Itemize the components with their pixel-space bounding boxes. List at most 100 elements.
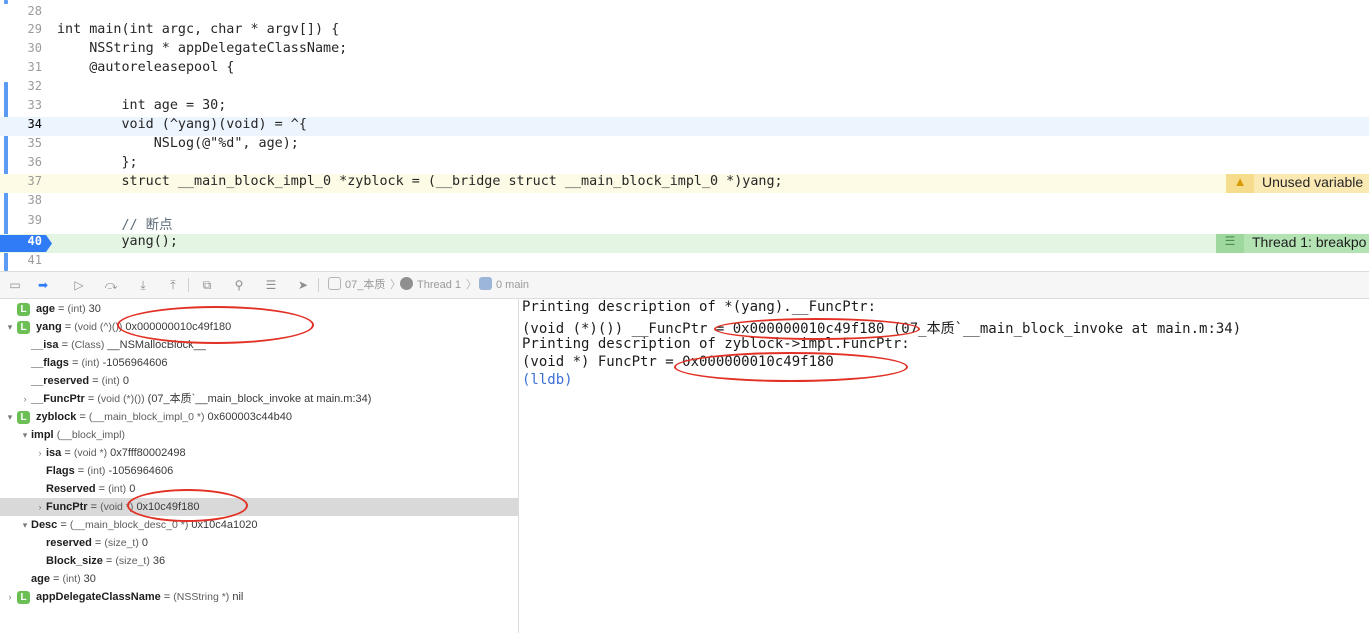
breadcrumb-thread[interactable]: Thread 1 [400,272,461,299]
variable-row[interactable]: __reserved = (int) 0 [0,372,518,390]
line-number: 36 [27,155,42,169]
disclosure-collapsed-icon[interactable]: › [20,390,30,408]
variable-name: Desc [31,519,58,531]
variable-name: appDelegateClassName [36,591,161,603]
console-output[interactable]: Printing description of *(yang).__FuncPt… [519,299,1369,633]
simulate-location-icon[interactable]: ➤ [292,276,314,294]
variable-type: (size_t) [104,537,139,549]
code-line-33[interactable]: 33 int age = 30; [0,98,1369,117]
code-line-29[interactable]: 29 int main(int argc, char * argv[]) { [0,22,1369,41]
code-line-31[interactable]: 31 @autoreleasepool { [0,60,1369,79]
code-line-36[interactable]: 36 }; [0,155,1369,174]
unused-variable-warning[interactable]: ▲ Unused variable [1226,174,1369,193]
variable-row[interactable]: __isa = (Class) __NSMallocBlock__ [0,336,518,354]
variable-name: __isa [31,339,59,351]
variable-row[interactable]: ▾ impl (__block_impl) [0,426,518,444]
user-frame-icon [479,277,492,290]
thread-issue-text: Thread 1: breakpo [1252,234,1367,250]
code-line-40[interactable]: yang(); [0,234,1369,253]
code-line-35[interactable]: 35 NSLog(@"%d", age); [0,136,1369,155]
console-line: (void *) FuncPtr = 0x000000010c49f180 [522,354,834,370]
source-editor[interactable]: 28 29 int main(int argc, char * argv[]) … [0,0,1369,271]
breakpoint-marker[interactable]: 40 [0,234,52,253]
variable-row[interactable]: ▾ Lzyblock = (__main_block_impl_0 *) 0x60… [0,408,518,426]
variable-text: impl (__block_impl) [31,426,125,444]
variable-type: (int) [108,483,127,495]
disclosure-expanded-icon[interactable]: ▾ [5,318,15,336]
breadcrumb-frame[interactable]: 0 main [479,272,529,299]
code-line-32[interactable]: 32 [0,79,1369,98]
code-line-39[interactable]: 39 // 断点 [0,213,1369,233]
disclosure-expanded-icon[interactable]: ▾ [5,408,15,426]
variable-name: isa [46,447,62,459]
code-text: }; [57,155,138,170]
variable-row[interactable]: Flags = (int) -1056964606 [0,462,518,480]
variable-name: __flags [31,357,69,369]
code-line-41[interactable]: 41 [0,253,1369,271]
code-line-30[interactable]: 30 NSString * appDelegateClassName; [0,41,1369,60]
variable-row[interactable]: __flags = (int) -1056964606 [0,354,518,372]
variable-value: 0 [129,483,136,495]
variable-row[interactable]: reserved = (size_t) 0 [0,534,518,552]
debug-bar: ▭ ➡ ▷ ⤼ ⤓ ⤒ ⧉ ⚲ ☰ ➤ 07_本质 〉 Thread 1 〉 0… [0,271,1369,299]
variable-text: __reserved = (int) 0 [31,375,129,387]
variable-value: 0 [122,375,129,387]
step-over-icon[interactable]: ⤼ [100,276,122,294]
variable-type: (NSString *) [173,591,230,603]
variable-type: (int) [101,375,120,387]
local-variable-icon: L [17,303,30,316]
variable-type: (__block_impl) [56,429,125,441]
variable-text: age = (int) 30 [36,303,101,315]
variable-row[interactable]: Block_size = (size_t) 36 [0,552,518,570]
disclosure-expanded-icon[interactable]: ▾ [20,426,30,444]
step-out-icon[interactable]: ⤒ [162,276,184,294]
line-number: 29 [27,22,42,36]
variable-row[interactable]: ▾ Desc = (__main_block_desc_0 *) 0x10c4a1… [0,516,518,534]
lldb-prompt[interactable]: (lldb) [522,372,573,390]
variable-type: (Class) [71,339,105,351]
line-number: 38 [27,193,42,207]
variable-type: (size_t) [115,555,150,567]
project-icon [328,277,341,290]
disclosure-collapsed-icon[interactable]: › [35,498,45,516]
breakpoints-toggle-icon[interactable]: ➡ [32,276,54,294]
variable-name: Block_size [46,555,103,567]
variable-row[interactable]: Reserved = (int) 0 [0,480,518,498]
disclosure-expanded-icon[interactable]: ▾ [20,516,30,534]
variable-value: -1056964606 [108,465,174,477]
continue-icon[interactable]: ▷ [68,276,90,294]
step-into-icon[interactable]: ⤓ [132,276,154,294]
variable-row[interactable]: › FuncPtr = (void *) 0x10c49f180 [0,498,518,516]
variable-type: (int) [62,573,81,585]
variable-name: age [36,303,55,315]
toolbar-divider [188,278,189,292]
code-line-37[interactable]: 37 struct __main_block_impl_0 *zyblock =… [0,174,1369,193]
code-line-28[interactable]: 28 [0,4,1369,23]
disclosure-collapsed-icon[interactable]: › [35,444,45,462]
variable-row[interactable]: age = (int) 30 [0,570,518,588]
code-line-38[interactable]: 38 [0,193,1369,212]
line-number: 41 [27,253,42,267]
disclosure-collapsed-icon[interactable]: › [5,588,15,606]
breadcrumb-project[interactable]: 07_本质 [328,272,385,299]
hide-debug-area-icon[interactable]: ▭ [4,276,26,294]
thread-breakpoint-annotation[interactable]: ☰ Thread 1: breakpo [1216,234,1369,253]
variable-row[interactable]: › __FuncPtr = (void (*)()) (07_本质`__main_… [0,390,518,408]
view-hierarchy-icon[interactable]: ⧉ [196,276,218,294]
variable-row[interactable]: › LappDelegateClassName = (NSString *) ni… [0,588,518,606]
environment-overrides-icon[interactable]: ☰ [260,276,282,294]
variable-row[interactable]: ▾ Lyang = (void (^)()) 0x000000010c49f180 [0,318,518,336]
variable-name: FuncPtr [46,501,88,513]
variable-type: (void (^)()) [74,321,123,333]
code-text: @autoreleasepool { [57,60,235,75]
chevron-right-icon: 〉 [466,279,477,291]
variable-row[interactable]: › isa = (void *) 0x7fff80002498 [0,444,518,462]
local-variable-icon: L [17,321,30,334]
line-number: 35 [27,136,42,150]
variable-row[interactable]: Lage = (int) 30 [0,300,518,318]
code-line-34[interactable]: 34 void (^yang)(void) = ^{ [0,117,1369,136]
memory-graph-icon[interactable]: ⚲ [228,276,250,294]
variable-value: 0x10c49f180 [136,501,200,513]
line-number: 37 [27,174,42,188]
variable-name: __FuncPtr [31,393,85,405]
